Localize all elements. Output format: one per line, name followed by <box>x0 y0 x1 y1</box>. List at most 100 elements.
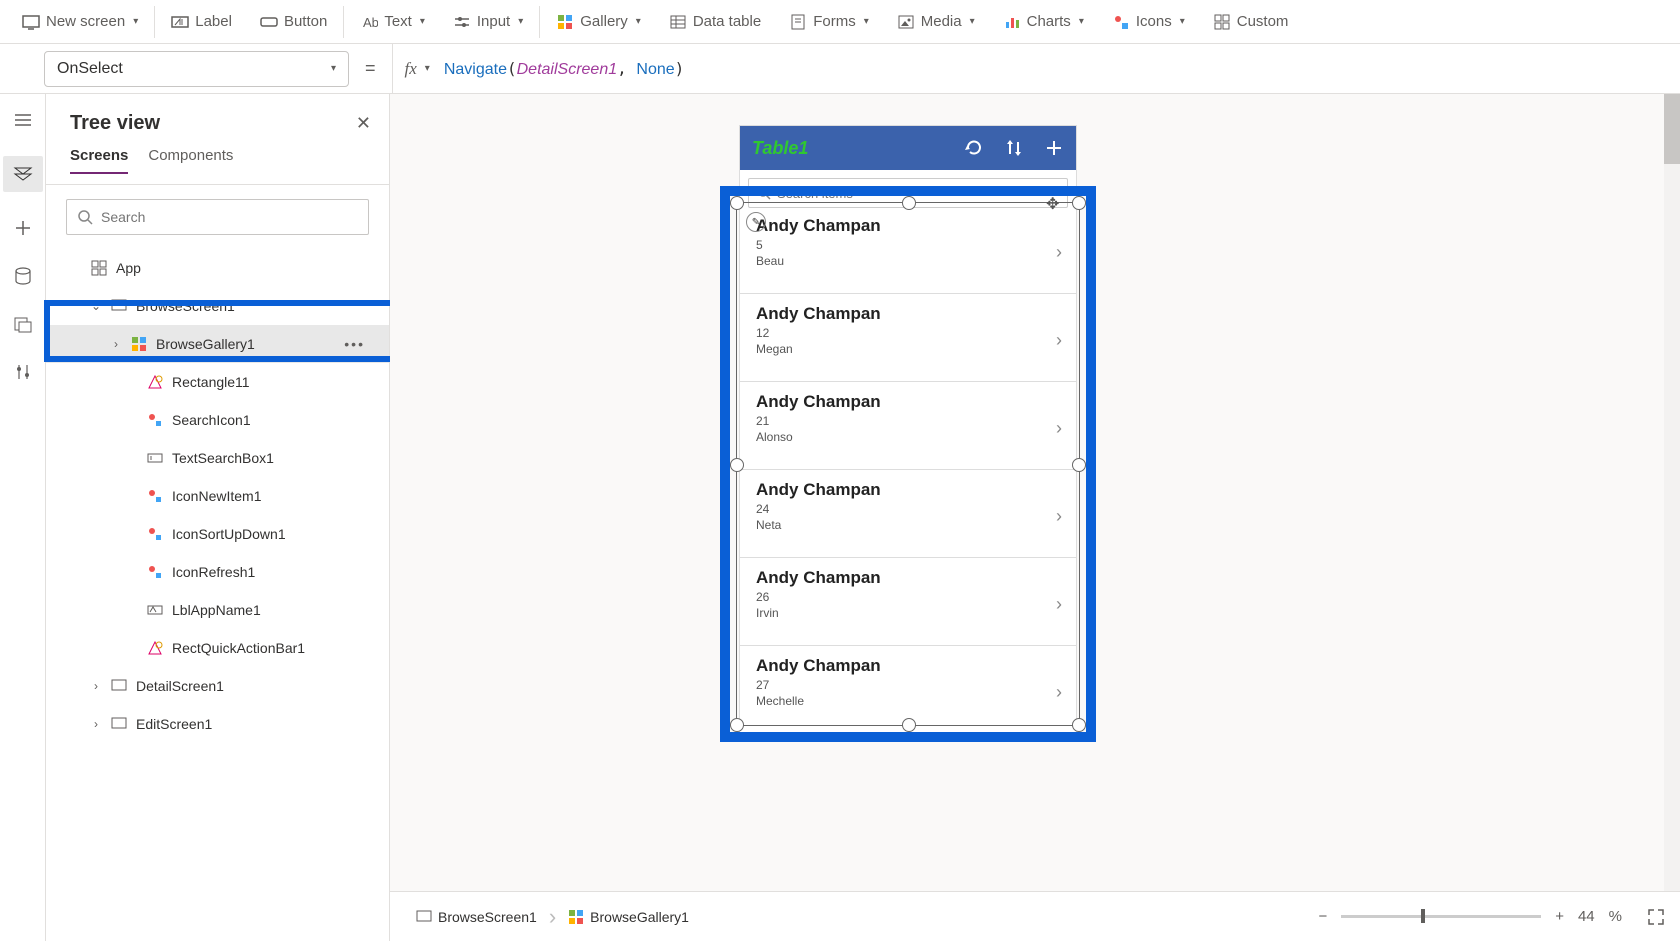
icons-button[interactable]: Icons ▾ <box>1098 0 1199 44</box>
resize-handle[interactable] <box>730 458 744 472</box>
resize-handle[interactable] <box>730 196 744 210</box>
tree-item-detail-screen[interactable]: › DetailScreen1 <box>46 667 389 705</box>
fx-container: fx ▾ Navigate(DetailScreen1, None) <box>392 44 685 94</box>
ribbon-divider <box>539 6 540 38</box>
button-button[interactable]: Button <box>246 0 341 44</box>
icons-icon <box>1112 13 1130 31</box>
more-icon[interactable]: ••• <box>344 336 365 352</box>
canvas[interactable]: Table1 ✎ Andy Champan 5 Beau › Andy Cham… <box>390 94 1680 891</box>
chevron-right-icon[interactable]: › <box>1056 682 1062 703</box>
chevron-right-icon[interactable]: › <box>1056 242 1062 263</box>
tree-item-icon-new[interactable]: IconNewItem1 <box>46 477 389 515</box>
tree-item-icon-refresh[interactable]: IconRefresh1 <box>46 553 389 591</box>
data-icon[interactable] <box>11 264 35 288</box>
advanced-tools-icon[interactable] <box>11 360 35 384</box>
formula-arg1: DetailScreen1 <box>517 61 618 78</box>
forms-label: Forms <box>813 13 856 30</box>
sort-icon[interactable] <box>1004 138 1024 158</box>
refresh-icon[interactable] <box>964 138 984 158</box>
gallery-row[interactable]: Andy Champan 21 Alonso › <box>740 382 1076 470</box>
browse-gallery[interactable]: ✎ Andy Champan 5 Beau › Andy Champan 12 … <box>740 206 1076 736</box>
fx-icon[interactable]: fx <box>405 59 417 79</box>
row-sub1: 27 <box>756 678 1062 692</box>
formula-input[interactable]: Navigate(DetailScreen1, None) <box>436 59 684 79</box>
insert-icon[interactable] <box>11 216 35 240</box>
tree-item-rect-quick[interactable]: RectQuickActionBar1 <box>46 629 389 667</box>
tab-screens[interactable]: Screens <box>70 147 128 174</box>
text-icon: Ab <box>360 13 378 31</box>
forms-icon <box>789 13 807 31</box>
row-sub1: 26 <box>756 590 1062 604</box>
scrollbar-thumb[interactable] <box>1664 94 1680 164</box>
search-input[interactable] <box>777 186 1059 201</box>
ribbon-divider <box>154 6 155 38</box>
resize-handle[interactable] <box>1072 458 1086 472</box>
resize-handle[interactable] <box>1072 196 1086 210</box>
vertical-scrollbar[interactable] <box>1664 94 1680 891</box>
data-table-button[interactable]: Data table <box>655 0 775 44</box>
expand-icon[interactable]: › <box>90 717 102 731</box>
zoom-out-button[interactable]: − <box>1318 908 1327 925</box>
media-rail-icon[interactable] <box>11 312 35 336</box>
chevron-right-icon[interactable]: › <box>1056 594 1062 615</box>
tree-item-icon-sort[interactable]: IconSortUpDown1 <box>46 515 389 553</box>
hamburger-icon[interactable] <box>11 108 35 132</box>
tree-search-input[interactable] <box>101 209 358 225</box>
chevron-right-icon[interactable]: › <box>1056 330 1062 351</box>
breadcrumb-control[interactable]: BrowseGallery1 <box>556 900 701 934</box>
add-icon[interactable] <box>1044 138 1064 158</box>
expand-icon[interactable]: ⌄ <box>90 299 102 313</box>
tree-item-browse-gallery[interactable]: › BrowseGallery1 ••• <box>46 325 389 363</box>
tree-item-label: SearchIcon1 <box>172 412 251 428</box>
gallery-button[interactable]: Gallery ▾ <box>542 0 655 44</box>
tree-view-icon[interactable] <box>3 156 43 192</box>
gallery-row[interactable]: ✎ Andy Champan 5 Beau › <box>740 206 1076 294</box>
chevron-down-icon: ▾ <box>1180 16 1185 27</box>
tab-components[interactable]: Components <box>148 147 233 174</box>
row-sub1: 12 <box>756 326 1062 340</box>
tree-item-text-search-box[interactable]: TextSearchBox1 <box>46 439 389 477</box>
resize-handle[interactable] <box>902 196 916 210</box>
tree-item-lbl-app[interactable]: LblAppName1 <box>46 591 389 629</box>
fit-to-window-icon[interactable] <box>1646 907 1666 927</box>
gallery-row[interactable]: Andy Champan 26 Irvin › <box>740 558 1076 646</box>
property-selector[interactable]: OnSelect ▾ <box>44 51 349 87</box>
text-button[interactable]: Ab Text ▾ <box>346 0 439 44</box>
resize-handle[interactable] <box>902 718 916 732</box>
expand-icon[interactable]: › <box>110 337 122 351</box>
text-label: Text <box>384 13 412 30</box>
tree-item-search-icon[interactable]: SearchIcon1 <box>46 401 389 439</box>
new-screen-button[interactable]: New screen ▾ <box>8 0 152 44</box>
tree-item-app[interactable]: App <box>46 249 389 287</box>
label-icon <box>171 13 189 31</box>
custom-button[interactable]: Custom <box>1199 0 1303 44</box>
media-icon <box>897 13 915 31</box>
resize-handle[interactable] <box>730 718 744 732</box>
tree-item-browse-screen[interactable]: ⌄ BrowseScreen1 <box>46 287 389 325</box>
zoom-thumb[interactable] <box>1421 909 1425 923</box>
forms-button[interactable]: Forms ▾ <box>775 0 883 44</box>
zoom-slider[interactable] <box>1341 915 1541 918</box>
edit-template-icon[interactable]: ✎ <box>746 212 766 232</box>
chevron-down-icon[interactable]: ▾ <box>425 63 430 74</box>
zoom-in-button[interactable]: + <box>1555 908 1564 925</box>
close-icon[interactable]: ✕ <box>356 113 371 134</box>
gallery-row[interactable]: Andy Champan 12 Megan › <box>740 294 1076 382</box>
label-button[interactable]: Label <box>157 0 246 44</box>
chevron-right-icon[interactable]: › <box>1056 418 1062 439</box>
media-button[interactable]: Media ▾ <box>883 0 989 44</box>
tree-item-rectangle[interactable]: Rectangle11 <box>46 363 389 401</box>
charts-button[interactable]: Charts ▾ <box>989 0 1098 44</box>
input-button[interactable]: Input ▾ <box>439 0 537 44</box>
button-label: Button <box>284 13 327 30</box>
chevron-right-icon[interactable]: › <box>1056 506 1062 527</box>
tree-search[interactable] <box>66 199 369 235</box>
tree-item-label: EditScreen1 <box>136 716 212 732</box>
gallery-row[interactable]: Andy Champan 24 Neta › <box>740 470 1076 558</box>
tree-item-edit-screen[interactable]: › EditScreen1 <box>46 705 389 743</box>
phone-preview[interactable]: Table1 ✎ Andy Champan 5 Beau › Andy Cham… <box>740 126 1076 736</box>
shape-icon <box>146 373 164 391</box>
resize-handle[interactable] <box>1072 718 1086 732</box>
expand-icon[interactable]: › <box>90 679 102 693</box>
breadcrumb-screen[interactable]: BrowseScreen1 <box>404 900 549 934</box>
